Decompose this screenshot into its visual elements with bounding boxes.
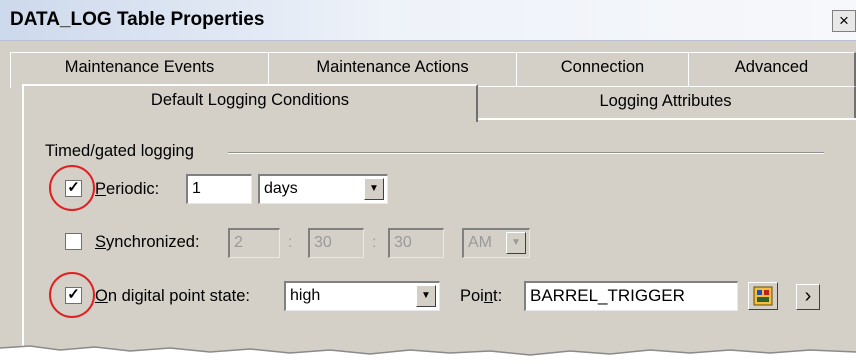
close-button[interactable]: × [832, 10, 856, 32]
tab-connection[interactable]: Connection [516, 52, 690, 88]
tab-label: Connection [560, 58, 645, 76]
synchronized-label-rest: ynchronized: [106, 233, 200, 251]
tag-browse-button[interactable] [748, 282, 778, 310]
periodic-label-mnemonic: P [95, 180, 107, 198]
sync-hour-input[interactable]: 2 [228, 228, 280, 258]
synchronized-label: Synchronized: [95, 233, 200, 252]
tab-default-logging-conditions[interactable]: Default Logging Conditions [22, 84, 478, 122]
sync-second-input[interactable]: 30 [388, 228, 444, 258]
periodic-label: Periodic: [95, 180, 159, 199]
periodic-label-rest: eriodic: [106, 180, 160, 198]
periodic-unit-dropdown-button[interactable]: ▼ [364, 178, 384, 200]
digital-state-highlight-ring [49, 272, 95, 318]
digital-state-label-mnemonic: O [95, 287, 108, 305]
next-button[interactable]: › [796, 284, 820, 310]
periodic-interval-input[interactable]: 1 [186, 174, 252, 204]
tab-label: Logging Attributes [599, 92, 732, 110]
tab-logging-attributes[interactable]: Logging Attributes [476, 86, 856, 120]
point-label-post: t: [493, 287, 503, 305]
tab-label: Maintenance Actions [316, 58, 469, 76]
sync-separator: : [372, 234, 377, 251]
torn-edge [0, 345, 856, 364]
group-label-timed-gated: Timed/gated logging [45, 142, 194, 160]
tab-maintenance-events[interactable]: Maintenance Events [10, 52, 270, 88]
point-label-mnemonic: n [483, 287, 494, 305]
tab-maintenance-actions[interactable]: Maintenance Actions [268, 52, 518, 88]
point-label-pre: Poi [460, 287, 484, 305]
synchronized-label-mnemonic: S [95, 233, 107, 251]
point-name-input[interactable]: BARREL_TRIGGER [524, 281, 738, 311]
sync-separator: : [288, 234, 293, 251]
tag-browse-icon [753, 286, 773, 306]
sync-ampm-dropdown-button[interactable]: ▼ [506, 232, 526, 254]
group-divider [228, 152, 824, 154]
title-bar: DATA_LOG Table Properties × [0, 0, 856, 41]
properties-dialog: DATA_LOG Table Properties × Maintenance … [0, 0, 856, 364]
tab-advanced[interactable]: Advanced [688, 52, 856, 88]
window-title: DATA_LOG Table Properties [10, 9, 265, 30]
synchronized-checkbox[interactable] [65, 233, 82, 250]
tab-label: Default Logging Conditions [150, 91, 350, 109]
point-label: Point: [460, 287, 502, 306]
periodic-highlight-ring [49, 165, 95, 211]
tab-label: Advanced [734, 58, 809, 76]
digital-state-dropdown-button[interactable]: ▼ [416, 285, 436, 307]
digital-state-label: On digital point state: [95, 287, 250, 306]
digital-state-label-rest: n digital point state: [107, 287, 251, 305]
tab-label: Maintenance Events [64, 58, 215, 76]
sync-minute-input[interactable]: 30 [308, 228, 364, 258]
